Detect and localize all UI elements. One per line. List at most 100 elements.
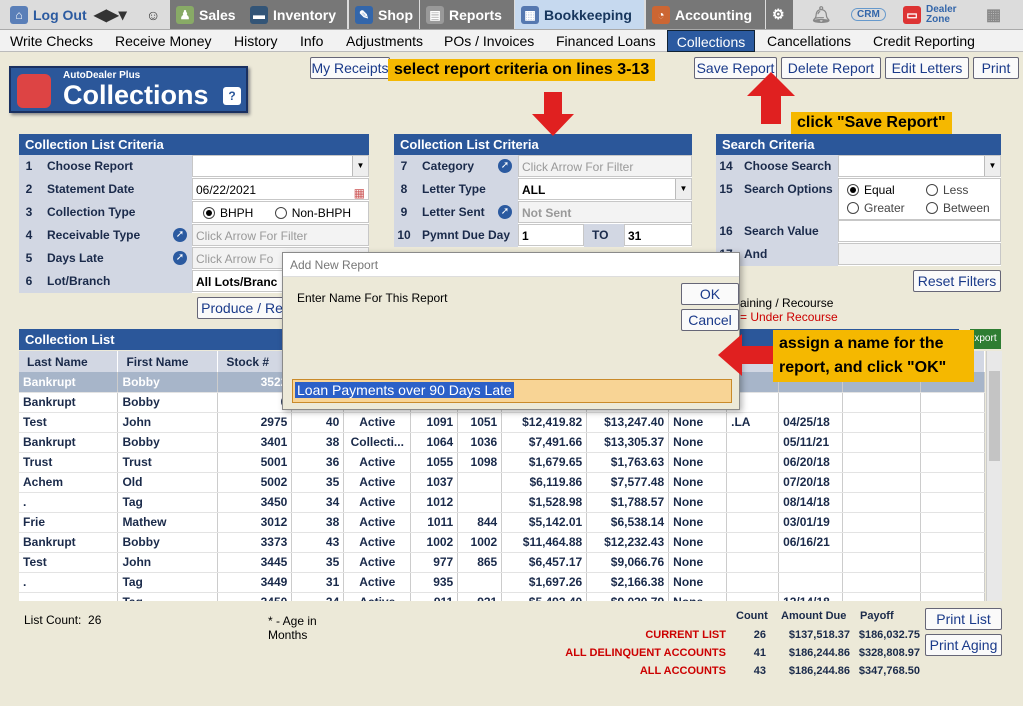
scroll-thumb[interactable] — [989, 371, 1000, 461]
statement-date-input[interactable]: 06/22/2021 ▦ — [192, 178, 369, 200]
nav-receive-money[interactable]: Receive Money — [111, 30, 216, 52]
table-row[interactable]: Bankrupt Bobby 3401 38 Collecti... 1064 1036 $7… — [19, 432, 985, 453]
table-cell: Active — [343, 512, 412, 533]
table-row[interactable]: . Tag 3450 34 Active 1012 $1,528.98 $1,788.57 No… — [19, 492, 985, 513]
search-value-input[interactable] — [838, 220, 1001, 242]
export-button[interactable]: xport — [970, 329, 1001, 349]
report-name-input[interactable]: Loan Payments over 90 Days Late — [292, 379, 732, 403]
age-note: * - Age in Months — [268, 614, 317, 642]
table-row[interactable]: Bankrupt Bobby 3373 43 Active 1002 1002 $11,464… — [19, 532, 985, 553]
cancel-button[interactable]: Cancel — [681, 309, 739, 331]
table-cell: 3449 — [217, 572, 293, 593]
table-cell: Active — [343, 452, 412, 473]
table-row[interactable]: . Tag 3449 31 Active 935 $1,697.26 $2,166.38 Non… — [19, 572, 985, 593]
dealer-zone-button[interactable]: ▭ Dealer Zone — [897, 0, 972, 29]
option-greater[interactable]: Greater — [847, 199, 905, 218]
filter-arrow-icon[interactable]: ➚ — [173, 228, 187, 242]
table-row[interactable]: Trust Trust 5001 36 Active 1055 1098 $1,679.65 $… — [19, 452, 985, 473]
table-cell: 06/20/18 — [778, 452, 844, 473]
table-row[interactable]: Achem Old 5002 35 Active 1037 $6,119.86 $7,577.… — [19, 472, 985, 493]
panel1-title: Collection List Criteria — [19, 134, 369, 155]
chevron-down-icon: ▼ — [675, 179, 691, 199]
print-list-button[interactable]: Print List — [925, 608, 1002, 630]
reset-filters-button[interactable]: Reset Filters — [913, 270, 1001, 292]
table-row[interactable]: Test John 2975 40 Active 1091 1051 $12,419.82 $1… — [19, 412, 985, 433]
filter-arrow-icon[interactable]: ➚ — [498, 159, 512, 173]
ok-button[interactable]: OK — [681, 283, 739, 305]
help-icon[interactable]: ? — [223, 87, 241, 105]
table-cell: $1,763.63 — [586, 452, 670, 473]
option-less[interactable]: Less — [926, 181, 968, 200]
table-row[interactable]: Frie Mathew 3012 38 Active 1011 844 $5,142.01 $6… — [19, 512, 985, 533]
calculator-icon[interactable]: ▦ — [980, 0, 1007, 29]
table-cell-empty — [842, 452, 921, 473]
table-cell: Active — [343, 552, 412, 573]
nav-credit-reporting[interactable]: Credit Reporting — [869, 30, 979, 52]
tab-inventory[interactable]: ▬ Inventory — [244, 0, 347, 29]
table-cell — [726, 472, 780, 493]
nav-write-checks[interactable]: Write Checks — [6, 30, 97, 52]
col-stock[interactable]: Stock # — [217, 351, 293, 372]
col-first-name[interactable]: First Name — [117, 351, 219, 372]
table-cell: 844 — [457, 512, 503, 533]
table-cell — [457, 492, 503, 513]
table-row[interactable]: Test John 3445 35 Active 977 865 $6,457.17 $9,06… — [19, 552, 985, 573]
tab-reports[interactable]: ▤ Reports — [420, 0, 514, 29]
gear-icon[interactable]: ⚙ — [766, 0, 793, 29]
choose-report-select[interactable]: ▼ — [192, 155, 369, 177]
crm-button[interactable]: CRM — [845, 0, 892, 29]
produce-report-button[interactable]: Produce / Re — [197, 297, 287, 319]
tab-bookkeeping[interactable]: ▦ Bookkeeping — [515, 0, 644, 29]
nav-pos-invoices[interactable]: POs / Invoices — [440, 30, 538, 52]
table-scrollbar[interactable] — [986, 351, 1002, 601]
my-receipts-button[interactable]: My Receipts — [310, 57, 390, 79]
table-cell — [726, 432, 780, 453]
letter-type-select[interactable]: ALL ▼ — [518, 178, 692, 200]
book-icon: ▦ — [521, 5, 539, 24]
table-cell: 5001 — [217, 452, 293, 473]
print-button[interactable]: Print — [973, 57, 1019, 79]
table-cell: Trust — [19, 452, 119, 473]
nav-info[interactable]: Info — [296, 30, 327, 52]
table-cell: 1055 — [410, 452, 459, 473]
table-cell: 12/14/18 — [778, 592, 844, 601]
letter-sent-filter[interactable]: Not Sent — [518, 201, 692, 223]
table-cell: None — [668, 592, 728, 601]
col-last-name[interactable]: Last Name — [19, 351, 119, 372]
tab-accounting[interactable]: ◔ Accounting — [646, 0, 765, 29]
and-value-input[interactable] — [838, 243, 1001, 265]
nav-cancellations[interactable]: Cancellations — [763, 30, 855, 52]
due-day-to-input[interactable]: 31 — [624, 224, 692, 246]
tab-shop[interactable]: ✎ Shop — [349, 0, 419, 29]
table-cell: 3012 — [217, 512, 293, 533]
criteria-row-10: 10 Pymnt Due Day 1 TO 31 — [394, 224, 692, 247]
nav-history[interactable]: History — [230, 30, 282, 52]
receivable-type-filter[interactable]: Click Arrow For Filter — [192, 224, 369, 246]
table-cell: Bobby — [117, 432, 219, 453]
radio-bhph[interactable]: BHPH — [203, 206, 253, 220]
back-forward-icon[interactable]: ◀▶▾ — [88, 0, 133, 29]
print-aging-button[interactable]: Print Aging — [925, 634, 1002, 656]
category-filter[interactable]: Click Arrow For Filter — [518, 155, 692, 177]
table-cell: Bobby — [117, 532, 219, 553]
logout-button[interactable]: ⌂ Log Out — [4, 0, 93, 29]
due-day-from-input[interactable]: 1 — [518, 224, 584, 246]
table-cell-empty — [842, 472, 921, 493]
nav-collections[interactable]: Collections — [667, 30, 755, 52]
chevron-down-icon: ▼ — [352, 156, 368, 176]
table-cell-empty — [920, 532, 985, 553]
user-icon[interactable]: ☺ — [140, 0, 166, 29]
table-cell: . — [19, 592, 119, 601]
radio-non-bhph[interactable]: Non-BHPH — [274, 206, 351, 220]
bell-icon[interactable]: 🔔︎ — [805, 0, 837, 29]
tab-sales[interactable]: ♟ Sales — [170, 0, 244, 29]
nav-adjustments[interactable]: Adjustments — [342, 30, 427, 52]
option-equal[interactable]: Equal — [847, 181, 895, 200]
nav-financed-loans[interactable]: Financed Loans — [552, 30, 660, 52]
choose-search-select[interactable]: ▼ — [838, 155, 1001, 177]
edit-letters-button[interactable]: Edit Letters — [885, 57, 969, 79]
filter-arrow-icon[interactable]: ➚ — [498, 205, 512, 219]
table-row[interactable]: .Tag345034Active911921$5,492.40$9,030.79… — [19, 592, 985, 601]
filter-arrow-icon[interactable]: ➚ — [173, 251, 187, 265]
option-between[interactable]: Between — [926, 199, 990, 218]
